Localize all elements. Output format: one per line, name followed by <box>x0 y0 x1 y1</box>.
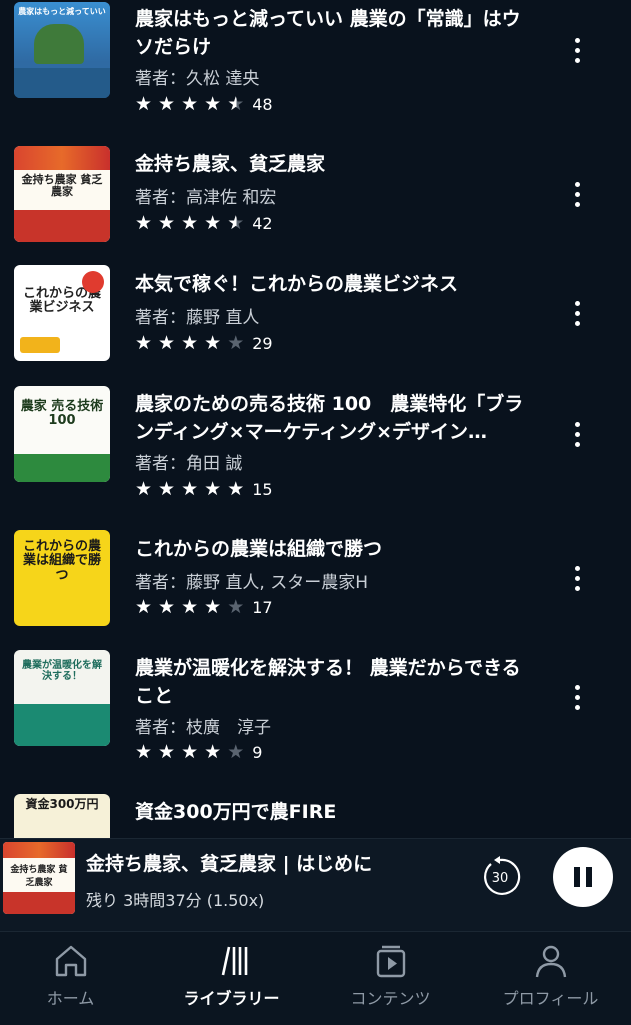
book-author: 著者：藤野 直人 <box>135 308 260 328</box>
time-remaining: 残り 3時間37分 (1.50x) <box>86 891 265 910</box>
rating: ★ ★ ★ ★ ★ 48 <box>135 92 273 116</box>
contents-icon <box>376 945 405 978</box>
book-title[interactable]: 農業が温暖化を解決する！ 農業だからできること <box>135 654 535 710</box>
book-cover[interactable]: 農家はもっと減っていい <box>14 2 110 98</box>
book-title[interactable]: 農家のための売る技術 100 農業特化「ブランディング×マーケティング×デザイン… <box>135 390 535 446</box>
more-options-icon[interactable] <box>566 30 588 70</box>
book-author: 著者：藤野 直人, スター農家H <box>135 573 368 593</box>
rating: ★ ★ ★ ★ ★ 9 <box>135 740 262 764</box>
rating: ★ ★ ★ ★ ★ 42 <box>135 211 273 235</box>
profile-icon <box>535 945 566 978</box>
rating-count: 15 <box>252 479 273 499</box>
book-cover[interactable]: これからの農業ビジネス <box>14 265 110 361</box>
star-icon: ★ <box>158 595 176 618</box>
nav-contents[interactable]: コンテンツ <box>312 932 469 1025</box>
more-options-icon[interactable] <box>566 174 588 214</box>
book-cover[interactable]: 農家 売る技術100 <box>14 386 110 482</box>
book-title[interactable]: 本気で稼ぐ！これからの農業ビジネス <box>135 270 535 298</box>
star-icon: ★ <box>158 740 176 763</box>
book-cover[interactable]: 農業が温暖化を解決する！ <box>14 650 110 746</box>
star-icon: ★ <box>158 211 176 234</box>
nav-profile[interactable]: プロフィール <box>472 932 629 1025</box>
star-icon: ★ <box>227 477 245 500</box>
star-icon: ★ <box>135 331 153 354</box>
rating-count: 29 <box>252 333 273 353</box>
star-icon: ★ <box>204 211 222 234</box>
star-icon: ★ <box>181 595 199 618</box>
star-icon: ★ <box>204 331 222 354</box>
star-icon: ★ <box>158 477 176 500</box>
star-icon: ★ <box>135 477 153 500</box>
bottom-navigation: ホーム ライブラリー コンテンツ プロフィール <box>0 931 631 1025</box>
book-title[interactable]: これからの農業は組織で勝つ <box>135 535 535 563</box>
book-title[interactable]: 金持ち農家、貧乏農家 <box>135 150 535 178</box>
star-icon: ★ <box>181 211 199 234</box>
rewind-icon: 30 <box>484 856 521 895</box>
rating-count: 17 <box>252 597 273 617</box>
star-icon: ★ <box>158 331 176 354</box>
nav-home[interactable]: ホーム <box>0 932 149 1025</box>
nav-library[interactable]: ライブラリー <box>153 932 310 1025</box>
book-author: 著者：枝廣 淳子 <box>135 718 271 738</box>
star-icon: ★ <box>227 92 245 115</box>
star-icon: ★ <box>181 92 199 115</box>
book-cover[interactable]: これからの農業は組織で勝つ <box>14 530 110 626</box>
rating-count: 42 <box>252 213 273 233</box>
pause-icon <box>574 867 580 887</box>
audiobook-list[interactable]: 農家はもっと減っていい 農家はもっと減っていい 農業の「常識」はウソだらけ 著者… <box>0 0 631 838</box>
book-title[interactable]: 農家はもっと減っていい 農業の「常識」はウソだらけ <box>135 5 535 61</box>
star-icon: ★ <box>135 595 153 618</box>
book-cover[interactable]: 金持ち農家 貧乏農家 <box>14 146 110 242</box>
star-icon: ★ <box>227 595 245 618</box>
book-author: 著者：角田 誠 <box>135 454 243 474</box>
now-playing-title[interactable]: 金持ち農家、貧乏農家 | はじめに <box>86 849 372 876</box>
star-icon: ★ <box>204 740 222 763</box>
star-icon: ★ <box>181 740 199 763</box>
star-icon: ★ <box>181 477 199 500</box>
more-options-icon[interactable] <box>566 293 588 333</box>
now-playing-cover[interactable]: 金持ち農家 貧乏農家 <box>3 842 75 914</box>
star-icon: ★ <box>204 477 222 500</box>
pause-button[interactable] <box>553 847 613 907</box>
more-options-icon[interactable] <box>566 414 588 454</box>
library-icon <box>221 946 247 976</box>
star-icon: ★ <box>227 211 245 234</box>
rating: ★ ★ ★ ★ ★ 17 <box>135 595 273 619</box>
star-icon: ★ <box>135 740 153 763</box>
star-icon: ★ <box>204 595 222 618</box>
star-icon: ★ <box>227 740 245 763</box>
star-icon: ★ <box>135 211 153 234</box>
rewind-30-button[interactable]: 30 <box>478 855 522 899</box>
more-options-icon[interactable] <box>566 558 588 598</box>
book-author: 著者：高津佐 和宏 <box>135 188 277 208</box>
star-icon: ★ <box>181 331 199 354</box>
rating-count: 9 <box>252 742 263 762</box>
home-icon <box>55 945 86 977</box>
star-icon: ★ <box>227 331 245 354</box>
rating: ★ ★ ★ ★ ★ 29 <box>135 331 273 355</box>
book-cover[interactable]: 資金300万円 <box>14 794 110 838</box>
more-options-icon[interactable] <box>566 677 588 717</box>
svg-text:30: 30 <box>492 871 509 886</box>
book-author: 著者：久松 達央 <box>135 69 260 89</box>
star-icon: ★ <box>135 92 153 115</box>
mini-player[interactable]: 金持ち農家 貧乏農家 金持ち農家、貧乏農家 | はじめに 残り 3時間37分 (… <box>0 838 631 931</box>
star-icon: ★ <box>158 92 176 115</box>
rating-count: 48 <box>252 94 273 114</box>
book-title[interactable]: 資金300万円で農FIRE <box>135 798 535 826</box>
rating: ★ ★ ★ ★ ★ 15 <box>135 477 273 501</box>
star-icon: ★ <box>204 92 222 115</box>
